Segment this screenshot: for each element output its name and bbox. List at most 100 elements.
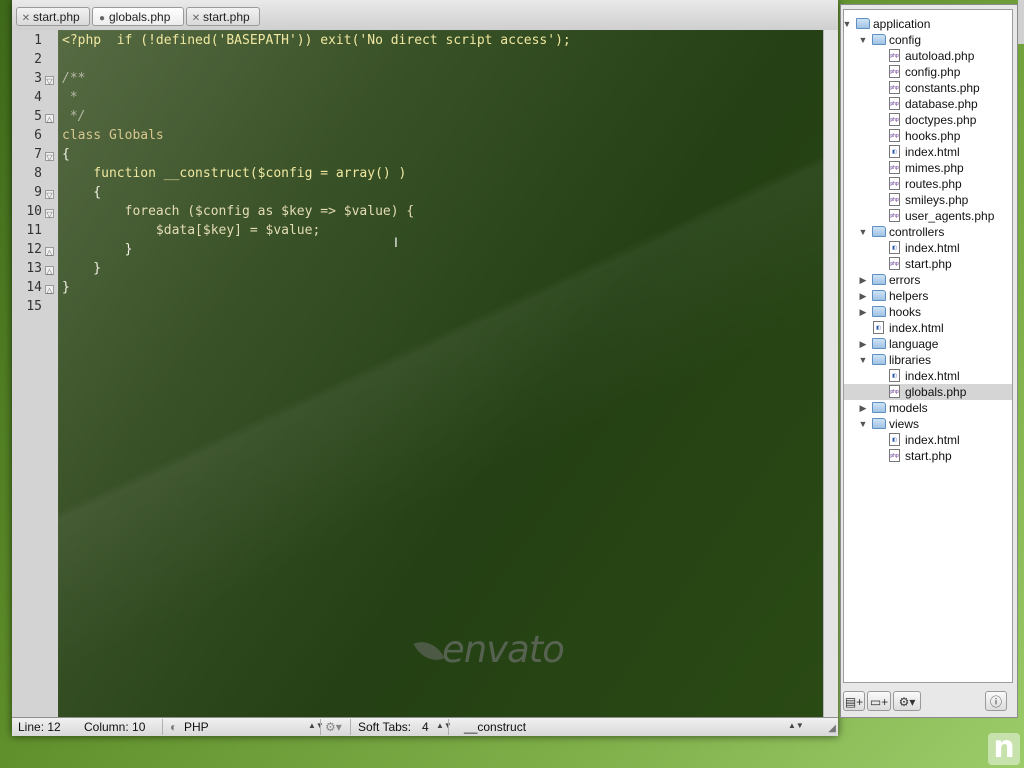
disclosure-open-icon[interactable]: ▼ <box>858 416 868 432</box>
info-icon[interactable]: ⓘ <box>985 691 1007 711</box>
tab-start-php-1[interactable]: ✕ start.php <box>16 7 90 26</box>
tree-file[interactable]: php smileys.php <box>844 192 1012 208</box>
tree-folder-errors[interactable]: ▶ errors <box>844 272 1012 288</box>
line-indicator: Line: 12 <box>18 720 61 734</box>
tree-file[interactable]: php globals.php <box>844 384 1012 400</box>
envato-leaf-icon <box>413 634 445 668</box>
symbol-select[interactable]: __construct <box>464 720 526 734</box>
code-line: /** <box>62 71 86 86</box>
code-editor[interactable]: <?php if (!defined('BASEPATH')) exit('No… <box>58 30 824 718</box>
tree-file[interactable]: php database.php <box>844 96 1012 112</box>
php-file-icon: php <box>889 97 900 110</box>
folder-icon <box>872 418 886 429</box>
tree-item-label: index.html <box>905 369 960 383</box>
php-file-icon: php <box>889 65 900 78</box>
new-file-icon[interactable]: ▤+ <box>843 691 865 711</box>
file-tree[interactable]: ▼ application ▼ config php autoload.php php con… <box>843 9 1013 683</box>
tree-file[interactable]: ◧ index.html <box>844 432 1012 448</box>
tree-file[interactable]: php autoload.php <box>844 48 1012 64</box>
tree-file[interactable]: php constants.php <box>844 80 1012 96</box>
line-number: 10 <box>26 204 42 219</box>
disclosure-open-icon[interactable]: ▼ <box>858 32 868 48</box>
disclosure-open-icon[interactable]: ▼ <box>844 16 852 32</box>
close-icon[interactable]: ✕ <box>191 9 201 28</box>
new-folder-icon[interactable]: ▭+ <box>867 691 891 711</box>
disclosure-closed-icon[interactable]: ▶ <box>858 272 868 288</box>
envato-watermark: envato <box>413 628 565 671</box>
tree-file[interactable]: ◧ index.html <box>844 368 1012 384</box>
tree-folder-controllers[interactable]: ▼ controllers <box>844 224 1012 240</box>
tree-file[interactable]: php start.php <box>844 256 1012 272</box>
gear-icon[interactable]: ⚙▾ <box>325 720 342 734</box>
symbol-dropdown-icon[interactable]: ▲▼ <box>788 721 804 730</box>
code-line: { <box>62 185 102 200</box>
code-line: <?php if (!defined('BASEPATH')) exit('No… <box>62 33 571 48</box>
language-select[interactable]: PHP <box>184 720 209 734</box>
fold-close-icon[interactable]: △ <box>45 247 54 257</box>
fold-open-icon[interactable]: ▽ <box>45 76 54 86</box>
tree-folder-libraries[interactable]: ▼ libraries <box>844 352 1012 368</box>
folder-icon <box>856 18 870 29</box>
fold-open-icon[interactable]: ▽ <box>45 190 54 200</box>
tree-item-label: hooks <box>889 305 922 319</box>
disclosure-closed-icon[interactable]: ▶ <box>858 336 868 352</box>
disclosure-closed-icon[interactable]: ▶ <box>858 288 868 304</box>
line-number: 3 <box>34 71 42 86</box>
tree-folder-config[interactable]: ▼ config <box>844 32 1012 48</box>
tree-file[interactable]: ◧ index.html <box>844 240 1012 256</box>
tree-folder-language[interactable]: ▶ language <box>844 336 1012 352</box>
resize-grip-icon[interactable]: ◢ <box>828 723 836 734</box>
gear-icon[interactable]: ⚙▾ <box>893 691 921 711</box>
fold-open-icon[interactable]: ▽ <box>45 209 54 219</box>
close-icon[interactable]: ✕ <box>21 9 31 28</box>
tree-item-label: controllers <box>889 225 945 239</box>
fold-close-icon[interactable]: △ <box>45 266 54 276</box>
fold-open-icon[interactable]: ▽ <box>45 152 54 162</box>
disclosure-closed-icon[interactable]: ▶ <box>858 304 868 320</box>
tree-folder-helpers[interactable]: ▶ helpers <box>844 288 1012 304</box>
vertical-scrollbar[interactable] <box>823 30 838 718</box>
tree-item-label: globals.php <box>905 385 967 399</box>
line-number: 7 <box>34 147 42 162</box>
tree-folder-models[interactable]: ▶ models <box>844 400 1012 416</box>
soft-tabs-label[interactable]: Soft Tabs: <box>358 720 411 734</box>
disclosure-open-icon[interactable]: ▼ <box>858 352 868 368</box>
tab-globals-php[interactable]: ● globals.php <box>92 7 184 26</box>
fold-close-icon[interactable]: △ <box>45 285 54 295</box>
tree-file[interactable]: php user_agents.php <box>844 208 1012 224</box>
tree-item-label: start.php <box>905 257 952 271</box>
editor-window: ✕ start.php ● globals.php ✕ start.php 1 2 3… <box>12 0 838 736</box>
line-number: 1 <box>34 33 42 48</box>
folder-icon <box>872 402 886 413</box>
tree-file[interactable]: php mimes.php <box>844 160 1012 176</box>
line-number: 13 <box>26 261 42 276</box>
tab-start-php-2[interactable]: ✕ start.php <box>186 7 260 26</box>
modified-dot-icon[interactable]: ● <box>97 9 107 28</box>
tree-item-label: routes.php <box>905 177 962 191</box>
language-icon: ◐ <box>170 720 178 734</box>
tree-file[interactable]: php config.php <box>844 64 1012 80</box>
soft-tabs-dropdown-icon[interactable]: ▲▼ <box>436 721 452 730</box>
tree-file[interactable]: ◧ index.html <box>844 144 1012 160</box>
tree-item-label: index.html <box>905 241 960 255</box>
status-bar: Line: 12 Column: 10 ◐ PHP ▲▼ ⚙▾ Soft Tab… <box>12 717 838 736</box>
soft-tabs-value[interactable]: 4 <box>422 720 429 734</box>
tree-folder-views[interactable]: ▼ views <box>844 416 1012 432</box>
tab-bar: ✕ start.php ● globals.php ✕ start.php <box>12 0 838 31</box>
tab-label: globals.php <box>109 10 171 24</box>
tree-folder-hooks[interactable]: ▶ hooks <box>844 304 1012 320</box>
tree-file[interactable]: php routes.php <box>844 176 1012 192</box>
php-file-icon: php <box>889 193 900 206</box>
tree-file[interactable]: ◧ index.html <box>844 320 1012 336</box>
language-dropdown-icon[interactable]: ▲▼ <box>308 721 324 730</box>
tree-item-label: index.html <box>905 433 960 447</box>
disclosure-closed-icon[interactable]: ▶ <box>858 400 868 416</box>
disclosure-open-icon[interactable]: ▼ <box>858 224 868 240</box>
tree-file[interactable]: php hooks.php <box>844 128 1012 144</box>
tree-item-label: autoload.php <box>905 49 975 63</box>
tree-item-label: language <box>889 337 939 351</box>
tree-file[interactable]: php doctypes.php <box>844 112 1012 128</box>
tree-file[interactable]: php start.php <box>844 448 1012 464</box>
fold-close-icon[interactable]: △ <box>45 114 54 124</box>
tree-folder-application[interactable]: ▼ application <box>844 16 1012 32</box>
